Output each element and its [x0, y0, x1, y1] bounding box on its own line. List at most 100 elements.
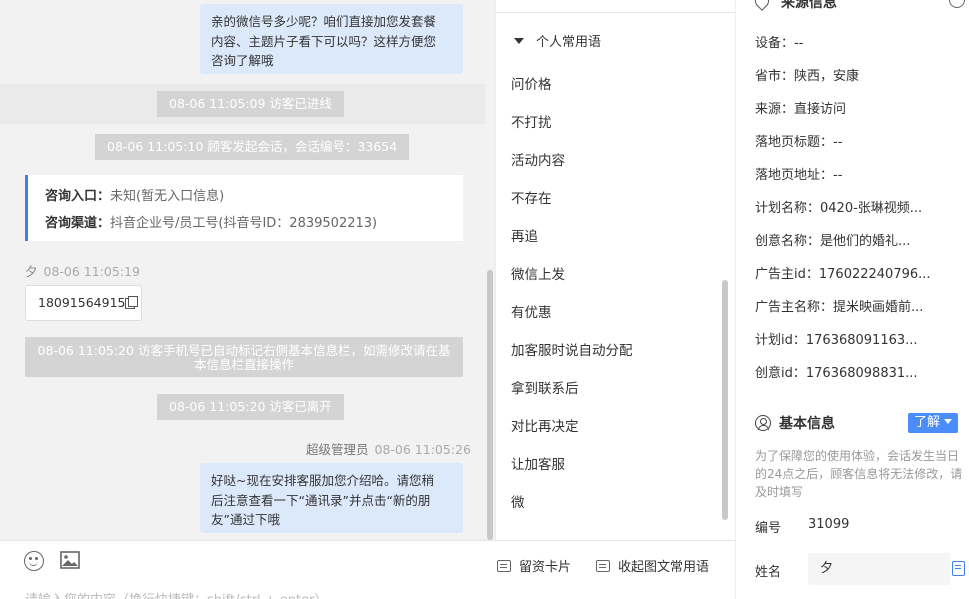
- visitor-sender: 夕 08-06 11:05:19: [25, 261, 140, 280]
- bubble-line: 亲的微信号多少呢？咱们直接加您发套餐: [211, 14, 437, 29]
- lead-card-button[interactable]: 留资卡片: [497, 556, 571, 575]
- phrase-item[interactable]: 加客服时说自动分配: [511, 339, 633, 359]
- system-message-left: 08-06 11:05:20 访客已离开: [157, 394, 344, 420]
- visitor-phone: 18091564915: [38, 295, 126, 310]
- phrase-item[interactable]: 不存在: [511, 187, 552, 207]
- lead-card-label: 留资卡片: [519, 560, 572, 575]
- source-row-landing-title: 落地页标题：--: [755, 131, 842, 150]
- source-row-creative-name: 创意名称：是他们的婚礼...: [755, 230, 910, 249]
- source-label: 创意名称：: [755, 234, 821, 249]
- bubble-line: 好哒~现在安排客服加您介绍哈。请您稍: [211, 473, 434, 488]
- source-value: 0420-张琳视频...: [820, 201, 923, 216]
- source-value: 是他们的婚礼...: [820, 234, 911, 249]
- source-value: --: [794, 36, 804, 51]
- phrase-item[interactable]: 再追: [511, 225, 538, 245]
- bubble-line: 友”通过下哦: [211, 512, 280, 527]
- id-label: 编号: [755, 521, 782, 536]
- note-icon: [596, 560, 610, 572]
- visitor-name: 夕: [25, 264, 38, 279]
- source-info-title-text: 来源信息: [781, 0, 837, 11]
- source-label: 计划id：: [755, 333, 806, 348]
- source-value: --: [833, 168, 843, 183]
- phrase-item[interactable]: 活动内容: [511, 149, 565, 169]
- smile-icon[interactable]: [24, 551, 44, 571]
- source-row-origin: 来源：直接访问: [755, 98, 846, 117]
- id-value: 31099: [808, 517, 850, 532]
- learn-more-button[interactable]: 了解: [908, 413, 958, 433]
- source-label: 广告主id：: [755, 267, 819, 282]
- name-label: 姓名: [755, 565, 782, 580]
- source-row-plan-id: 计划id：176368091163...: [755, 329, 918, 348]
- phrase-item[interactable]: 微: [511, 491, 525, 511]
- source-value: 提米映画婚前...: [833, 300, 924, 315]
- notice-line: 08-06 11:05:20 访客手机号已自动标记右侧基本信息栏，如需修改请在基: [37, 343, 451, 358]
- source-value: --: [833, 135, 843, 150]
- visitor-time: 08-06 11:05:19: [43, 264, 140, 279]
- phrase-item[interactable]: 让加客服: [511, 453, 565, 473]
- phrases-scrollbar-thumb[interactable]: [722, 280, 728, 520]
- source-value: 直接访问: [794, 102, 847, 117]
- basic-info-title: 基本信息: [755, 413, 835, 433]
- source-row-plan-name: 计划名称：0420-张琳视频...: [755, 197, 922, 216]
- source-row-landing-url: 落地页地址：--: [755, 164, 842, 183]
- agent-sender: 超级管理员 08-06 11:05:26: [306, 439, 471, 458]
- phrase-group-header[interactable]: 个人常用语: [514, 31, 601, 50]
- consult-channel-label: 咨询渠道：: [45, 216, 111, 231]
- source-value: 176368098831...: [805, 366, 918, 381]
- system-message-session: 08-06 11:05:10 顾客发起会话，会话编号：33654: [95, 134, 410, 160]
- learn-more-label: 了解: [914, 415, 941, 430]
- source-value: 176368091163...: [805, 333, 918, 348]
- bubble-line: 内容、主题片子看下可以吗？这样方便您: [211, 33, 437, 49]
- phrase-item[interactable]: 拿到联系后: [511, 377, 579, 397]
- consult-info-card: 咨询入口：未知(暂无入口信息) 咨询渠道：抖音企业号/员工号(抖音号ID：283…: [25, 175, 463, 241]
- caret-down-icon: [944, 419, 953, 424]
- source-row-advertiser-name: 广告主名称：提米映画婚前...: [755, 296, 923, 315]
- chat-bubble-agent-bottom: 好哒~现在安排客服加您介绍哈。请您稍 后注意查看一下“通讯录”并点击“新的朋 友…: [200, 463, 463, 533]
- source-row-region: 省市：陕西，安康: [755, 65, 859, 84]
- document-icon[interactable]: [952, 561, 965, 576]
- source-value: 陕西，安康: [794, 69, 860, 84]
- source-info-title: 来源信息: [755, 0, 837, 12]
- note-icon: [497, 560, 511, 572]
- source-label: 来源：: [755, 102, 795, 117]
- phrase-item[interactable]: 不打扰: [511, 111, 552, 131]
- source-label: 设备：: [755, 36, 795, 51]
- phrase-item[interactable]: 有优惠: [511, 301, 552, 321]
- consult-channel-row: 咨询渠道：抖音企业号/员工号(抖音号ID：2839502213): [45, 210, 463, 237]
- chat-bubble-agent-top: 亲的微信号多少呢？咱们直接加您发套餐 内容、主题片子看下可以吗？这样方便您 咨询…: [200, 4, 463, 74]
- notice-line: 本信息栏直接操作: [193, 357, 294, 372]
- basic-info-title-text: 基本信息: [779, 416, 835, 432]
- source-label: 落地页地址：: [755, 168, 834, 183]
- source-row-creative-id: 创意id：176368098831...: [755, 362, 918, 381]
- collapse-phrases-button[interactable]: 收起图文常用语: [596, 556, 709, 575]
- consult-channel-value: 抖音企业号/员工号(抖音号ID：2839502213): [110, 216, 378, 231]
- phrase-item[interactable]: 对比再决定: [511, 415, 579, 435]
- divider: [495, 12, 735, 13]
- phrase-item[interactable]: 问价格: [511, 73, 552, 93]
- source-label: 省市：: [755, 69, 795, 84]
- user-icon: [755, 415, 771, 431]
- message-input-placeholder[interactable]: 请输入您的内容（换行快捷键：shift/ctrl + enter）: [25, 589, 328, 599]
- caret-down-icon: [514, 38, 524, 44]
- system-message-joined: 08-06 11:05:09 访客已进线: [157, 91, 344, 117]
- consult-entry-label: 咨询入口：: [45, 189, 111, 204]
- source-label: 计划名称：: [755, 201, 821, 216]
- source-label: 落地页标题：: [755, 135, 834, 150]
- consult-entry-value: 未知(暂无入口信息): [110, 189, 225, 204]
- source-row-advertiser-id: 广告主id：176022240796...: [755, 263, 931, 282]
- visitor-phone-chip[interactable]: 18091564915: [25, 285, 142, 321]
- chat-scrollbar-thumb[interactable]: [487, 270, 493, 540]
- bubble-line: 后注意查看一下“通讯录”并点击“新的朋: [211, 492, 431, 508]
- agent-time: 08-06 11:05:26: [374, 442, 471, 457]
- copy-icon[interactable]: [125, 296, 139, 309]
- agent-name: 超级管理员: [306, 442, 369, 457]
- source-row-device: 设备：--: [755, 32, 803, 51]
- name-field[interactable]: 夕: [808, 553, 950, 585]
- basic-info-hint: 为了保障您的使用体验，会话发生当日的24点之后，顾客信息将无法修改，请及时填写: [755, 449, 963, 499]
- image-icon[interactable]: [60, 551, 80, 569]
- consult-entry-row: 咨询入口：未知(暂无入口信息): [45, 183, 463, 210]
- phrase-group-title: 个人常用语: [536, 35, 602, 50]
- source-label: 创意id：: [755, 366, 806, 381]
- collapse-phrases-label: 收起图文常用语: [618, 560, 710, 575]
- phrase-item[interactable]: 微信上发: [511, 263, 565, 283]
